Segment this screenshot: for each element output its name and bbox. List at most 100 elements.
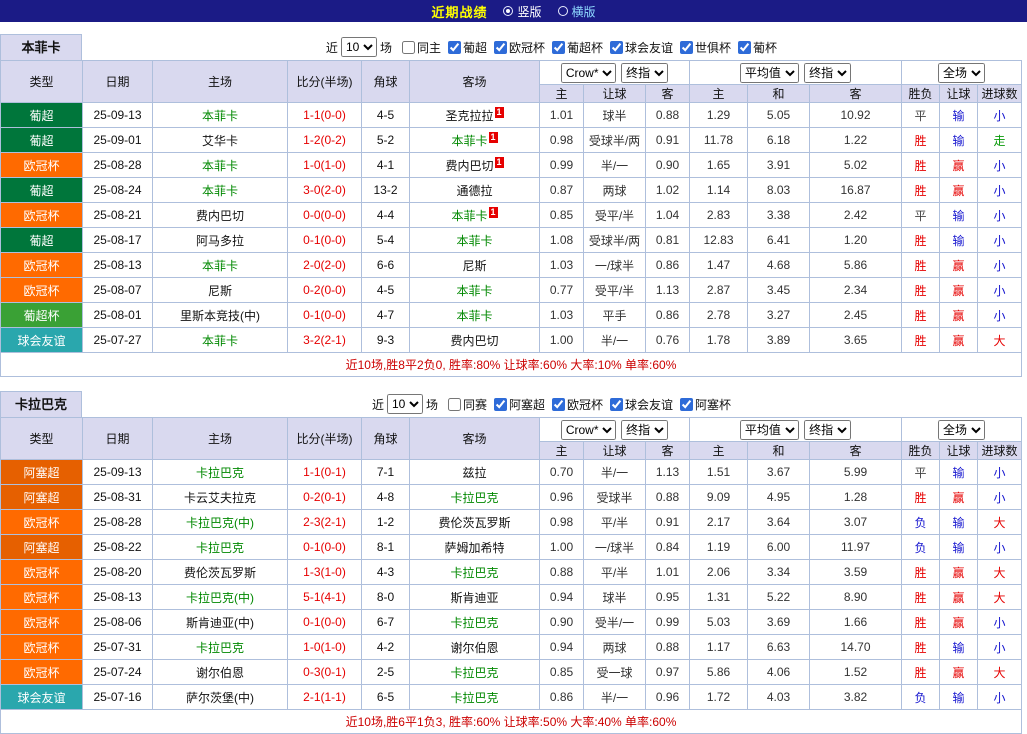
home-team-link[interactable]: 斯肯迪亚(中) — [186, 616, 254, 630]
match-date: 25-08-31 — [83, 485, 153, 510]
home-team-link[interactable]: 卡拉巴克 — [196, 466, 244, 480]
period-select[interactable]: 全场 — [938, 420, 985, 440]
filter-checkbox[interactable] — [552, 41, 565, 54]
home-team-link[interactable]: 卡拉巴克(中) — [186, 516, 254, 530]
filter-option[interactable]: 同赛 — [448, 396, 487, 413]
away-team-link[interactable]: 本菲卡 — [456, 234, 492, 248]
away-team-link[interactable]: 萨姆加希特 — [444, 541, 504, 555]
away-team-link[interactable]: 通德拉 — [456, 184, 492, 198]
result-outcome: 胜 — [902, 278, 940, 303]
away-team-link[interactable]: 卡拉巴克 — [450, 566, 498, 580]
away-team-link[interactable]: 卡拉巴克 — [450, 691, 498, 705]
odds-stage-select[interactable]: 终指 — [621, 63, 668, 83]
away-team-link[interactable]: 卡拉巴克 — [450, 666, 498, 680]
match-count-select[interactable]: 10 — [341, 37, 377, 57]
away-team-link[interactable]: 费内巴切 — [450, 334, 498, 348]
avg-odds-away: 2.42 — [810, 203, 902, 228]
home-team-link[interactable]: 本菲卡 — [202, 184, 238, 198]
odds-home: 1.08 — [540, 228, 584, 253]
away-team-link[interactable]: 费内巴切 — [445, 159, 493, 173]
away-team-link[interactable]: 尼斯 — [462, 259, 486, 273]
home-team-link[interactable]: 萨尔茨堡(中) — [186, 691, 254, 705]
away-team-link[interactable]: 本菲卡 — [451, 134, 487, 148]
view-option-vertical[interactable]: 竖版 — [503, 3, 541, 20]
away-team-link[interactable]: 兹拉 — [462, 466, 486, 480]
league-badge: 欧冠杯 — [1, 585, 83, 610]
filter-option[interactable]: 球会友谊 — [610, 39, 673, 56]
filter-checkbox[interactable] — [448, 398, 461, 411]
home-team-link[interactable]: 里斯本竞技(中) — [180, 309, 260, 323]
filter-checkbox[interactable] — [494, 41, 507, 54]
handicap-line: 受球半/两 — [584, 128, 646, 153]
period-select[interactable]: 全场 — [938, 63, 985, 83]
filter-checkbox[interactable] — [610, 398, 623, 411]
filter-checkbox[interactable] — [610, 41, 623, 54]
home-team-link[interactable]: 尼斯 — [208, 284, 232, 298]
result-handicap: 输 — [940, 510, 978, 535]
odds-away: 0.90 — [646, 153, 690, 178]
corner-count: 1-2 — [362, 510, 410, 535]
filter-option[interactable]: 葡超杯 — [552, 39, 603, 56]
filter-option[interactable]: 阿塞超 — [494, 396, 545, 413]
filter-option[interactable]: 欧冠杯 — [494, 39, 545, 56]
home-team-link[interactable]: 卡拉巴克 — [196, 641, 244, 655]
away-team-link[interactable]: 本菲卡 — [451, 209, 487, 223]
filter-checkbox[interactable] — [448, 41, 461, 54]
away-team-link[interactable]: 谢尔伯恩 — [450, 641, 498, 655]
result-outcome: 胜 — [902, 560, 940, 585]
avg-odds-select[interactable]: 平均值 — [740, 420, 799, 440]
home-team-link[interactable]: 艾华卡 — [202, 134, 238, 148]
home-team-link[interactable]: 本菲卡 — [202, 109, 238, 123]
team-name-tab[interactable]: 卡拉巴克 — [0, 391, 82, 417]
away-team-link[interactable]: 圣克拉拉 — [445, 109, 493, 123]
avg-odds-select[interactable]: 平均值 — [740, 63, 799, 83]
home-team-link[interactable]: 费内巴切 — [196, 209, 244, 223]
filter-checkbox[interactable] — [738, 41, 751, 54]
home-team-link[interactable]: 费伦茨瓦罗斯 — [184, 566, 256, 580]
score: 3-2(2-1) — [288, 328, 362, 353]
odds-source-select[interactable]: Crow* — [561, 420, 616, 440]
recent-label: 近 — [372, 396, 384, 413]
home-team-link[interactable]: 卡拉巴克(中) — [186, 591, 254, 605]
odds-stage-select[interactable]: 终指 — [621, 420, 668, 440]
filter-checkbox[interactable] — [402, 41, 415, 54]
filter-checkbox[interactable] — [494, 398, 507, 411]
filter-option[interactable]: 欧冠杯 — [552, 396, 603, 413]
home-team-link[interactable]: 本菲卡 — [202, 159, 238, 173]
odds-source-select[interactable]: Crow* — [561, 63, 616, 83]
away-team-link[interactable]: 卡拉巴克 — [450, 491, 498, 505]
odds-home: 0.86 — [540, 685, 584, 710]
filter-option[interactable]: 球会友谊 — [610, 396, 673, 413]
filter-option[interactable]: 阿塞杯 — [680, 396, 731, 413]
away-team-link[interactable]: 费伦茨瓦罗斯 — [438, 516, 510, 530]
filter-option[interactable]: 世俱杯 — [680, 39, 731, 56]
home-team-link[interactable]: 谢尔伯恩 — [196, 666, 244, 680]
result-handicap: 输 — [940, 203, 978, 228]
avg-stage-select[interactable]: 终指 — [804, 420, 851, 440]
filter-checkbox[interactable] — [680, 398, 693, 411]
filter-option[interactable]: 同主 — [402, 39, 441, 56]
home-team-link[interactable]: 本菲卡 — [202, 334, 238, 348]
view-option-horizontal[interactable]: 横版 — [558, 3, 596, 20]
home-team-link[interactable]: 卡云艾夫拉克 — [184, 491, 256, 505]
home-team-link[interactable]: 本菲卡 — [202, 259, 238, 273]
away-team-link[interactable]: 斯肯迪亚 — [450, 591, 498, 605]
away-team-link[interactable]: 卡拉巴克 — [450, 616, 498, 630]
filter-checkbox[interactable] — [552, 398, 565, 411]
team-name-tab[interactable]: 本菲卡 — [0, 34, 82, 60]
result-handicap: 输 — [940, 228, 978, 253]
score: 0-2(0-0) — [288, 278, 362, 303]
home-team-cell: 卡拉巴克 — [153, 460, 288, 485]
filter-checkbox[interactable] — [680, 41, 693, 54]
filter-option[interactable]: 葡超 — [448, 39, 487, 56]
filter-option[interactable]: 葡杯 — [738, 39, 777, 56]
avg-stage-select[interactable]: 终指 — [804, 63, 851, 83]
odds-home: 1.03 — [540, 253, 584, 278]
away-team-link[interactable]: 本菲卡 — [456, 309, 492, 323]
away-team-link[interactable]: 本菲卡 — [456, 284, 492, 298]
home-team-cell: 阿马多拉 — [153, 228, 288, 253]
home-team-link[interactable]: 阿马多拉 — [196, 234, 244, 248]
home-team-link[interactable]: 卡拉巴克 — [196, 541, 244, 555]
match-count-select[interactable]: 10 — [387, 394, 423, 414]
corner-count: 4-4 — [362, 203, 410, 228]
